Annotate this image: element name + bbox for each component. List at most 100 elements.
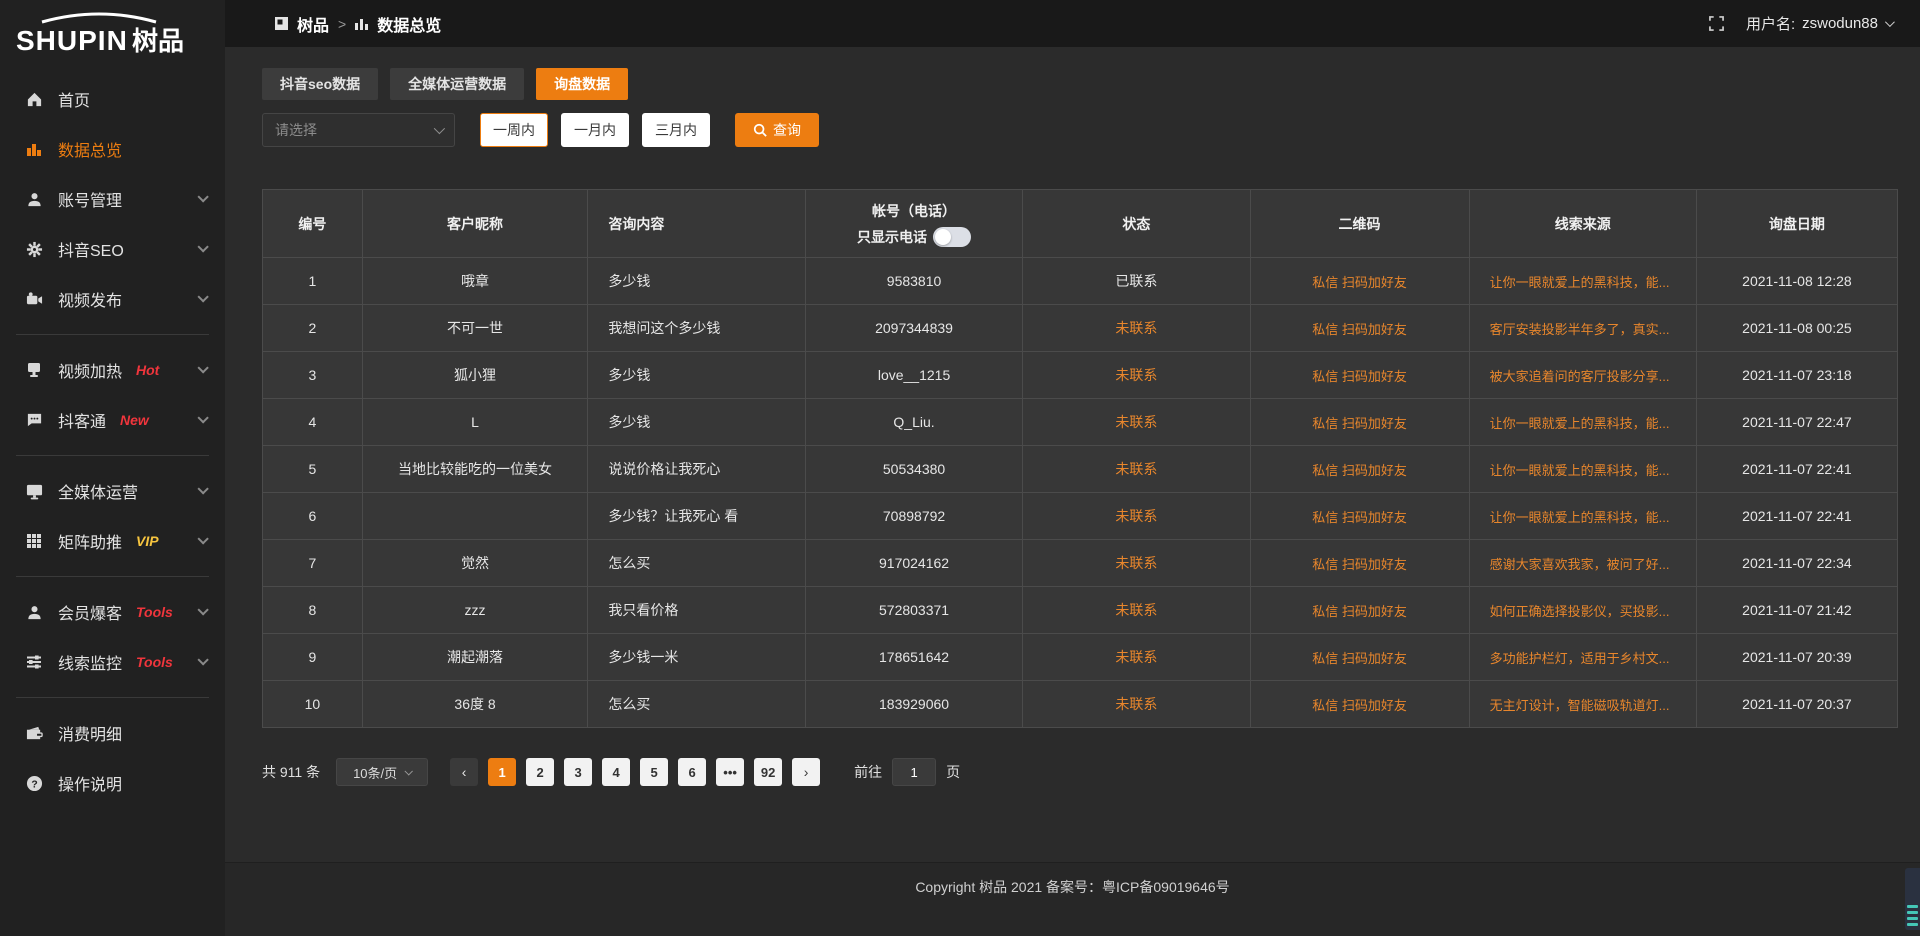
tools-badge: Tools xyxy=(136,654,173,670)
sidebar-item-home[interactable]: 首页 xyxy=(0,74,225,124)
user-menu[interactable]: 用户名: zswodun88 xyxy=(1746,13,1892,34)
sidebar-item-data-overview[interactable]: 数据总览 xyxy=(0,124,225,174)
cell-qrcode-link[interactable]: 私信 扫码加好友 xyxy=(1250,399,1469,446)
cell-date: 2021-11-07 22:41 xyxy=(1696,493,1897,540)
cell-qrcode-link[interactable]: 私信 扫码加好友 xyxy=(1250,305,1469,352)
tab-douyin-seo-data[interactable]: 抖音seo数据 xyxy=(262,68,378,100)
cell-source-link[interactable]: 让你一眼就爱上的黑科技，能... xyxy=(1469,493,1696,540)
page-number-button[interactable]: 4 xyxy=(602,758,630,786)
table-row: 5 当地比较能吃的一位美女 说说价格让我死心 50534380 未联系 私信 扫… xyxy=(263,446,1898,493)
top-header: 树品 > 数据总览 用户名: zswodun88 xyxy=(225,0,1920,47)
data-tabs: 抖音seo数据 全媒体运营数据 询盘数据 xyxy=(262,68,1898,100)
sidebar-item-omnimedia[interactable]: 全媒体运营 xyxy=(0,466,225,516)
panel-icon xyxy=(275,17,288,30)
phone-only-toggle[interactable] xyxy=(933,227,971,247)
filter-select-placeholder: 请选择 xyxy=(275,120,317,140)
sidebar-item-lead-monitor[interactable]: 线索监控 Tools xyxy=(0,637,225,687)
table-header-row: 编号 客户昵称 咨询内容 帐号（电话） 只显示电话 状态 xyxy=(263,190,1898,258)
cell-qrcode-link[interactable]: 私信 扫码加好友 xyxy=(1250,634,1469,681)
sidebar-item-label: 首页 xyxy=(58,87,90,111)
sidebar-item-account-mgmt[interactable]: 账号管理 xyxy=(0,174,225,224)
range-button-month[interactable]: 一月内 xyxy=(561,113,629,147)
cell-account: 70898792 xyxy=(805,493,1022,540)
logo-text-en: SHUPIN xyxy=(16,25,128,56)
username-label: 用户名: xyxy=(1746,13,1795,34)
chevron-down-icon xyxy=(197,604,208,615)
sidebar-item-matrix-boost[interactable]: 矩阵助推 VIP xyxy=(0,516,225,566)
chevron-down-icon xyxy=(197,483,208,494)
cell-qrcode-link[interactable]: 私信 扫码加好友 xyxy=(1250,493,1469,540)
page-number-button[interactable]: 92 xyxy=(754,758,782,786)
sidebar-item-douketong[interactable]: 抖客通 New xyxy=(0,395,225,445)
cell-qrcode-link[interactable]: 私信 扫码加好友 xyxy=(1250,258,1469,305)
cell-source-link[interactable]: 让你一眼就爱上的黑科技，能... xyxy=(1469,446,1696,493)
fullscreen-icon[interactable] xyxy=(1709,16,1724,31)
cell-status: 未联系 xyxy=(1023,446,1250,493)
sidebar-item-instructions[interactable]: ? 操作说明 xyxy=(0,758,225,808)
cell-source-link[interactable]: 让你一眼就爱上的黑科技，能... xyxy=(1469,258,1696,305)
sidebar-item-label: 抖音SEO xyxy=(58,237,124,261)
chevron-down-icon xyxy=(197,241,208,252)
sidebar-item-label: 消费明细 xyxy=(58,721,122,745)
cell-source-link[interactable]: 多功能护栏灯，适用于乡村文... xyxy=(1469,634,1696,681)
logo-graphic: SHUPIN 树品 xyxy=(14,10,204,60)
page-number-button[interactable]: ••• xyxy=(716,758,744,786)
page-number-button[interactable]: 3 xyxy=(564,758,592,786)
sidebar-item-label: 视频加热 xyxy=(58,358,122,382)
chevron-down-icon xyxy=(197,191,208,202)
goto-page-input[interactable] xyxy=(892,758,936,786)
cell-id: 7 xyxy=(263,540,363,587)
cell-qrcode-link[interactable]: 私信 扫码加好友 xyxy=(1250,587,1469,634)
cell-source-link[interactable]: 如何正确选择投影仪，买投影... xyxy=(1469,587,1696,634)
cell-id: 5 xyxy=(263,446,363,493)
sidebar-item-douyin-seo[interactable]: 抖音SEO xyxy=(0,224,225,274)
breadcrumb-root[interactable]: 树品 xyxy=(297,12,329,36)
tab-omnimedia-data[interactable]: 全媒体运营数据 xyxy=(390,68,524,100)
cell-nickname: 狐小狸 xyxy=(362,352,588,399)
breadcrumb-current: 数据总览 xyxy=(377,12,441,36)
cell-source-link[interactable]: 感谢大家喜欢我家，被问了好... xyxy=(1469,540,1696,587)
page-number-button[interactable]: 5 xyxy=(640,758,668,786)
logo-text-cn: 树品 xyxy=(132,26,184,56)
cell-account: Q_Liu. xyxy=(805,399,1022,446)
cell-qrcode-link[interactable]: 私信 扫码加好友 xyxy=(1250,540,1469,587)
sidebar-item-video-publish[interactable]: 视频发布 xyxy=(0,274,225,324)
username-value: zswodun88 xyxy=(1802,15,1878,32)
floating-widget[interactable] xyxy=(1905,868,1920,930)
cell-content: 怎么买 xyxy=(588,681,805,728)
page-number-button[interactable]: 2 xyxy=(526,758,554,786)
col-header-status: 状态 xyxy=(1023,190,1250,258)
cell-source-link[interactable]: 让你一眼就爱上的黑科技，能... xyxy=(1469,399,1696,446)
tab-inquiry-data[interactable]: 询盘数据 xyxy=(536,68,628,100)
chevron-down-icon xyxy=(434,123,445,134)
cell-id: 4 xyxy=(263,399,363,446)
filter-select[interactable]: 请选择 xyxy=(262,113,455,147)
table-row: 6 多少钱？让我死心 看 70898792 未联系 私信 扫码加好友 让你一眼就… xyxy=(263,493,1898,540)
range-button-quarter[interactable]: 三月内 xyxy=(642,113,710,147)
sidebar-item-video-heat[interactable]: 视频加热 Hot xyxy=(0,345,225,395)
page-number-button[interactable]: 1 xyxy=(488,758,516,786)
cell-account: 9583810 xyxy=(805,258,1022,305)
next-page-button[interactable]: › xyxy=(792,758,820,786)
cell-source-link[interactable]: 无主灯设计，智能磁吸轨道灯... xyxy=(1469,681,1696,728)
page-number-button[interactable]: 6 xyxy=(678,758,706,786)
sidebar-item-member-burst[interactable]: 会员爆客 Tools xyxy=(0,587,225,637)
pagination: 共 911 条 10条/页 ‹ 1 2 3 4 5 6 xyxy=(262,758,1898,826)
breadcrumb-separator: > xyxy=(338,16,346,32)
cell-qrcode-link[interactable]: 私信 扫码加好友 xyxy=(1250,352,1469,399)
cell-content: 我只看价格 xyxy=(588,587,805,634)
page-size-select[interactable]: 10条/页 xyxy=(336,758,428,786)
phone-toggle-label: 只显示电话 xyxy=(857,227,927,247)
col-header-content: 咨询内容 xyxy=(588,190,805,258)
query-button[interactable]: 查询 xyxy=(735,113,819,147)
prev-page-button[interactable]: ‹ xyxy=(450,758,478,786)
tools-badge: Tools xyxy=(136,604,173,620)
table-row: 2 不可一世 我想问这个多少钱 2097344839 未联系 私信 扫码加好友 … xyxy=(263,305,1898,352)
cell-qrcode-link[interactable]: 私信 扫码加好友 xyxy=(1250,681,1469,728)
sidebar-item-spending-detail[interactable]: 消费明细 xyxy=(0,708,225,758)
cell-qrcode-link[interactable]: 私信 扫码加好友 xyxy=(1250,446,1469,493)
cell-source-link[interactable]: 被大家追着问的客厅投影分享... xyxy=(1469,352,1696,399)
cell-source-link[interactable]: 客厅安装投影半年多了，真实... xyxy=(1469,305,1696,352)
range-button-week[interactable]: 一周内 xyxy=(480,113,548,147)
breadcrumb: 树品 > 数据总览 xyxy=(275,12,441,36)
